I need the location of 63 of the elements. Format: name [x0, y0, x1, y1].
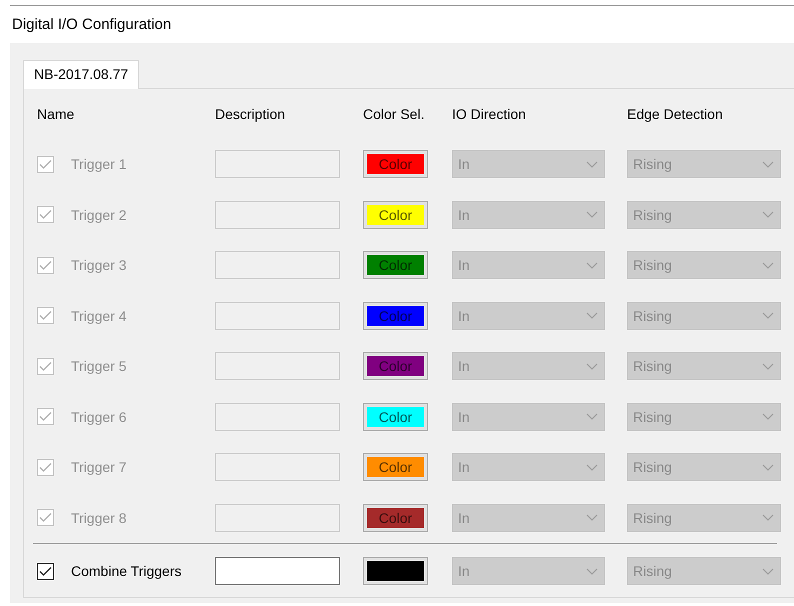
trigger-name: Trigger 3: [71, 257, 128, 274]
chevron-icon: [762, 514, 774, 522]
section-title: Digital I/O Configuration: [12, 15, 172, 35]
description-field[interactable]: [215, 557, 340, 585]
io-direction-dropdown[interactable]: In: [452, 302, 605, 330]
column-header: Edge Detection: [627, 106, 724, 122]
io-direction-dropdown[interactable]: In: [452, 504, 605, 532]
edge-detection-dropdown[interactable]: Rising: [627, 504, 781, 532]
color-swatch: Color: [367, 255, 424, 276]
chevron-icon: [762, 464, 774, 471]
trigger-name: Trigger 6: [71, 408, 128, 425]
color-swatch: Color: [367, 457, 424, 478]
io-direction-dropdown[interactable]: In: [452, 200, 605, 229]
trigger-name: Trigger 4: [71, 308, 128, 324]
chevron-icon: [586, 568, 598, 574]
chevron-icon: [586, 211, 598, 218]
chevron-icon: [762, 262, 774, 269]
edge-detection-dropdown[interactable]: Rising: [627, 557, 781, 585]
color-swatch: Color: [367, 406, 424, 427]
chevron-icon: [762, 211, 774, 218]
trigger-name: Trigger 2: [71, 206, 128, 223]
column-header: Name: [37, 106, 76, 122]
color-swatch: Color: [367, 508, 424, 528]
io-direction-dropdown[interactable]: In: [452, 557, 605, 585]
trigger-name: Trigger 5: [71, 358, 128, 374]
io-direction-dropdown[interactable]: In: [452, 402, 605, 431]
chevron-icon: [586, 514, 598, 522]
color-swatch: Color: [367, 154, 424, 174]
edge-detection-dropdown[interactable]: Rising: [627, 402, 781, 431]
edge-detection-dropdown[interactable]: Rising: [627, 302, 781, 330]
chevron-icon: [762, 568, 774, 574]
io-direction-dropdown[interactable]: In: [452, 150, 605, 178]
trigger-name: Combine Triggers: [71, 563, 182, 579]
chevron-icon: [586, 160, 598, 168]
column-header: Color Sel.: [363, 106, 426, 122]
io-direction-dropdown[interactable]: In: [452, 352, 605, 380]
column-header: Description: [215, 106, 286, 122]
trigger-name: Trigger 7: [71, 459, 128, 476]
chevron-icon: [762, 413, 774, 420]
color-swatch: Color: [367, 204, 424, 225]
chevron-icon: [586, 464, 598, 471]
edge-detection-dropdown[interactable]: Rising: [627, 200, 781, 229]
edge-detection-dropdown[interactable]: Rising: [627, 251, 781, 280]
color-button[interactable]: [363, 557, 428, 585]
tab[interactable]: NB-2017.08.77: [23, 60, 140, 89]
trigger-name: Trigger 8: [71, 510, 128, 526]
trigger-name: Trigger 1: [71, 156, 128, 172]
chevron-icon: [762, 312, 774, 320]
chevron-icon: [762, 362, 774, 370]
edge-detection-dropdown[interactable]: Rising: [627, 352, 781, 380]
io-direction-dropdown[interactable]: In: [452, 251, 605, 280]
color-swatch: Color: [367, 306, 424, 326]
chevron-icon: [586, 262, 598, 269]
color-swatch: Color: [367, 356, 424, 376]
chevron-icon: [586, 362, 598, 370]
edge-detection-dropdown[interactable]: Rising: [627, 150, 781, 178]
chevron-icon: [586, 312, 598, 320]
io-direction-dropdown[interactable]: In: [452, 453, 605, 482]
chevron-icon: [762, 160, 774, 168]
checkbox[interactable]: [37, 562, 54, 580]
chevron-icon: [586, 413, 598, 420]
column-header: IO Direction: [452, 106, 527, 122]
edge-detection-dropdown[interactable]: Rising: [627, 453, 781, 482]
